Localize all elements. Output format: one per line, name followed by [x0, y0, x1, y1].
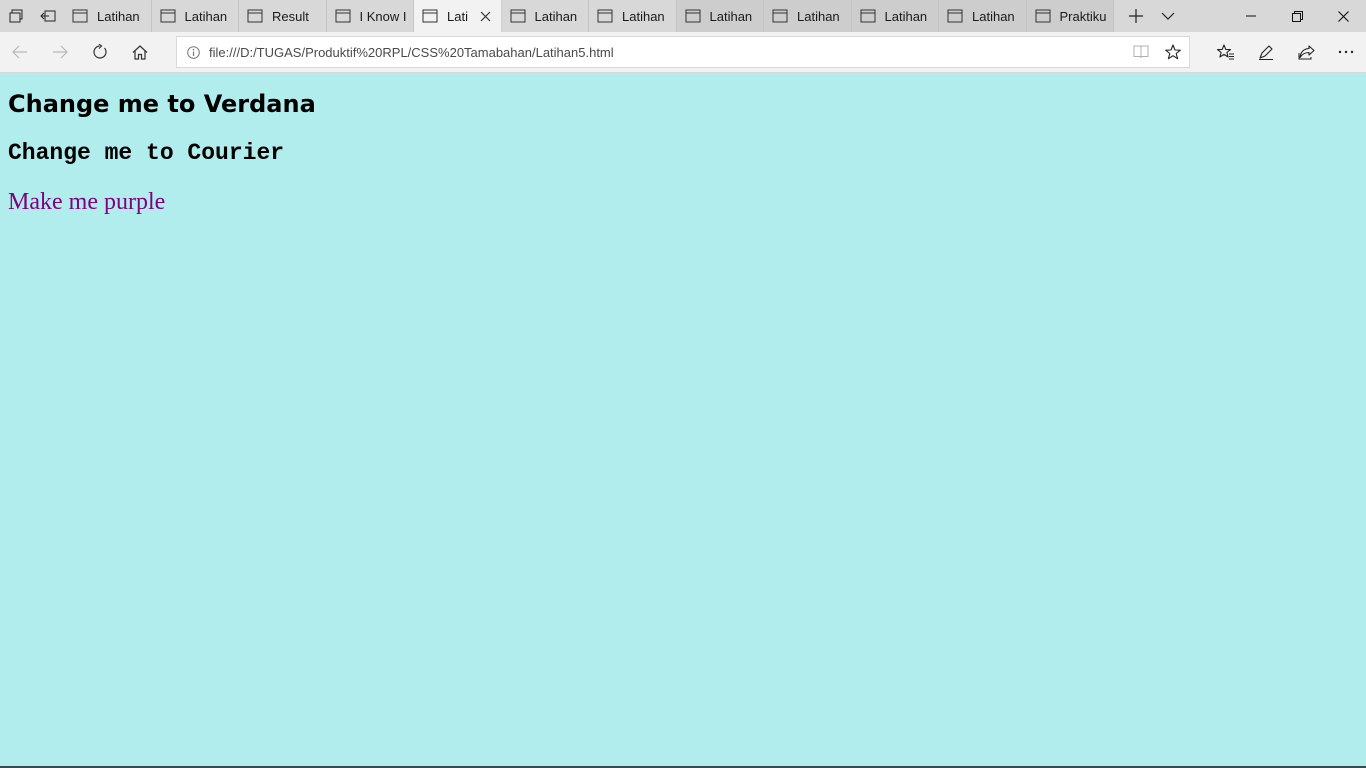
tab[interactable]: Latihan [152, 0, 239, 32]
back-arrow-icon [12, 45, 27, 59]
refresh-button[interactable] [80, 32, 120, 72]
page-icon [247, 9, 263, 23]
tab-title: Latihan [884, 8, 928, 24]
window-controls [1228, 0, 1366, 32]
tab-title: Latihan [972, 8, 1015, 24]
tabs: Latihan Latihan Result I Know I Lati Lat… [64, 0, 1114, 32]
tab-menu-button[interactable] [1152, 0, 1184, 32]
page-icon [1035, 9, 1050, 23]
navigation-bar: file:///D:/TUGAS/Produktif%20RPL/CSS%20T… [0, 32, 1366, 73]
favorites-hub-icon [1217, 44, 1234, 60]
tab-active[interactable]: Lati [414, 0, 502, 32]
new-tab-button[interactable] [1120, 0, 1152, 32]
page-icon [597, 9, 613, 23]
tab[interactable]: Latihan [939, 0, 1027, 32]
tab-title: Result [272, 8, 309, 24]
info-icon [186, 45, 200, 59]
tab-preview-icon [9, 9, 23, 23]
tab[interactable]: Latihan [502, 0, 589, 32]
close-icon [480, 11, 491, 21]
forward-arrow-icon [53, 45, 68, 59]
tab[interactable]: Praktiku [1026, 0, 1114, 32]
page-icon [685, 9, 700, 23]
page-icon [860, 9, 875, 23]
tab[interactable]: Latihan [64, 0, 152, 32]
restore-button[interactable] [1274, 0, 1320, 32]
tab-title: I Know I [359, 8, 407, 24]
tab-title: Praktiku [1059, 8, 1107, 24]
tab-title: Latihan [622, 8, 665, 24]
heading-courier: Change me to Courier [8, 140, 285, 166]
tab-title: Latihan [797, 8, 840, 24]
page-icon [510, 9, 525, 23]
tab-strip-actions [1120, 0, 1184, 32]
page-icon [772, 9, 788, 23]
close-window-button[interactable] [1320, 0, 1366, 32]
address-bar[interactable]: file:///D:/TUGAS/Produktif%20RPL/CSS%20T… [176, 36, 1190, 68]
tab-title: Latihan [97, 8, 140, 24]
favorites-hub-button[interactable] [1206, 32, 1246, 72]
site-info-button[interactable] [177, 37, 209, 67]
page-icon [160, 9, 175, 23]
refresh-icon [93, 44, 107, 59]
chevron-down-icon [1161, 12, 1175, 20]
share-icon [1298, 45, 1315, 60]
minimize-button[interactable] [1228, 0, 1274, 32]
page-icon [335, 9, 350, 23]
star-icon [1165, 44, 1181, 60]
tab[interactable]: Latihan [764, 0, 852, 32]
add-favorite-button[interactable] [1157, 37, 1189, 67]
back-button[interactable] [0, 32, 40, 72]
forward-button[interactable] [40, 32, 80, 72]
tab[interactable]: Latihan [851, 0, 939, 32]
set-aside-tabs-button[interactable] [32, 0, 64, 32]
tab-title: Latihan [534, 8, 578, 24]
more-button[interactable] [1326, 32, 1366, 72]
url-text[interactable]: file:///D:/TUGAS/Produktif%20RPL/CSS%20T… [209, 45, 1125, 60]
page-icon [947, 9, 963, 23]
page-icon [422, 9, 438, 23]
restore-icon [1291, 10, 1303, 22]
tab[interactable]: Latihan [676, 0, 764, 32]
more-icon [1338, 50, 1354, 54]
set-aside-tabs-icon [40, 10, 56, 22]
share-button[interactable] [1286, 32, 1326, 72]
minimize-icon [1246, 15, 1256, 17]
tab[interactable]: I Know I [327, 0, 414, 32]
tab-strip: Latihan Latihan Result I Know I Lati Lat… [0, 0, 1366, 32]
tab-title: Latihan [184, 8, 228, 24]
tab[interactable]: Result [239, 0, 327, 32]
page-content: Change me to Verdana Change me to Courie… [0, 73, 1366, 766]
tab-close-button[interactable] [479, 9, 493, 23]
home-icon [132, 44, 148, 60]
pen-icon [1259, 45, 1273, 60]
heading-verdana: Change me to Verdana [8, 90, 316, 118]
home-button[interactable] [120, 32, 160, 72]
toolbar-actions [1206, 32, 1366, 72]
close-icon [1337, 10, 1349, 22]
page-icon [72, 9, 88, 23]
tab[interactable]: Latihan [589, 0, 677, 32]
tab-preview-button[interactable] [0, 0, 32, 32]
paragraph-purple: Make me purple [8, 189, 166, 215]
plus-icon [1129, 9, 1143, 23]
reading-view-icon [1133, 45, 1149, 59]
tab-title: Lati [447, 8, 468, 24]
reading-view-button[interactable] [1125, 37, 1157, 67]
web-note-button[interactable] [1246, 32, 1286, 72]
tab-title: Latihan [709, 8, 753, 24]
